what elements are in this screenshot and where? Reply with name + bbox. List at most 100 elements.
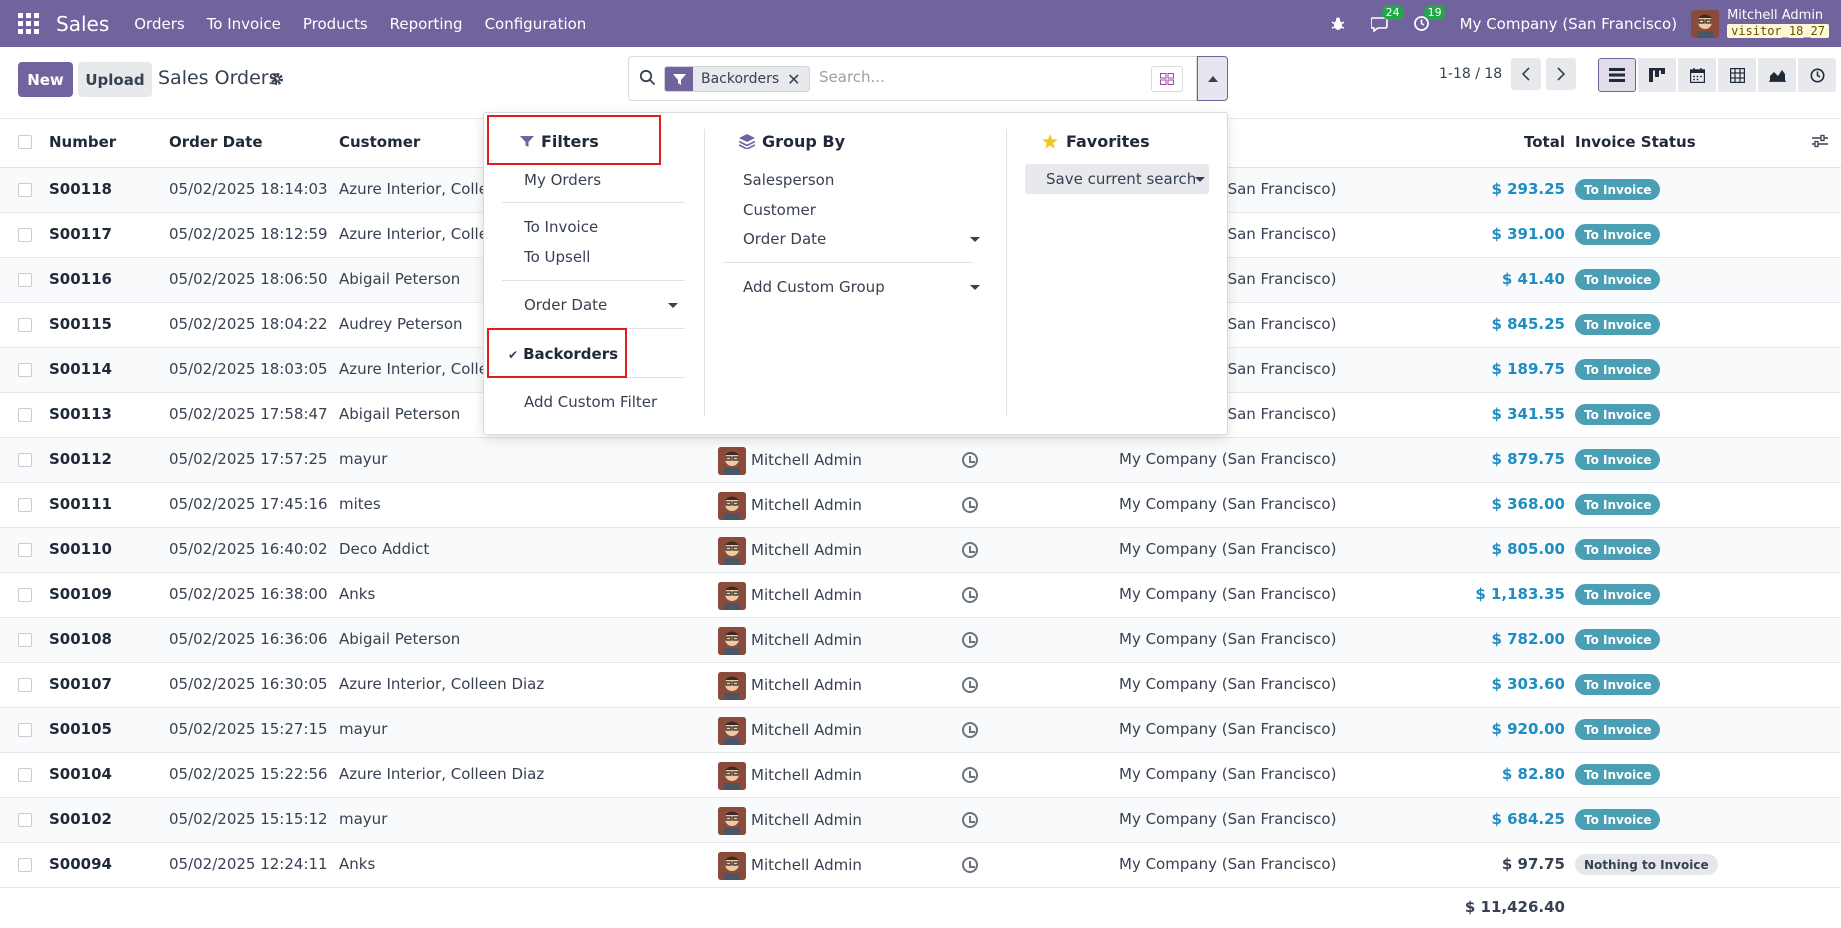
row-checkbox[interactable] — [18, 453, 32, 467]
search-facet-backorders[interactable]: Backorders ✕ — [664, 66, 810, 92]
save-current-search-button[interactable]: Save current search — [1025, 164, 1209, 194]
activity-clock-icon[interactable] — [962, 722, 978, 738]
company-switcher[interactable]: My Company (San Francisco) — [1460, 15, 1677, 33]
add-custom-group[interactable]: Add Custom Group — [743, 278, 885, 296]
activity-clock-icon[interactable] — [962, 857, 978, 873]
row-checkbox[interactable] — [18, 318, 32, 332]
graph-view-button[interactable] — [1758, 58, 1796, 92]
table-row[interactable]: S00102 05/02/2025 15:15:12 mayur Mitchell A… — [0, 798, 1841, 843]
layers-icon — [739, 134, 755, 149]
kanban-view-button[interactable] — [1638, 58, 1676, 92]
company-name: My Company (San Francisco) — [1119, 675, 1337, 693]
activity-clock-icon[interactable] — [962, 542, 978, 558]
menu-products[interactable]: Products — [292, 15, 379, 33]
order-date: 05/02/2025 17:45:16 — [169, 495, 328, 513]
row-checkbox[interactable] — [18, 363, 32, 377]
row-checkbox[interactable] — [18, 543, 32, 557]
table-row[interactable]: S00104 05/02/2025 15:22:56 Azure Interior,… — [0, 753, 1841, 798]
new-button[interactable]: New — [18, 62, 73, 97]
row-checkbox[interactable] — [18, 813, 32, 827]
search-panel-toggle-button[interactable] — [1197, 56, 1228, 101]
salesperson-name: Mitchell Admin — [751, 856, 862, 874]
filter-to-upsell[interactable]: To Upsell — [524, 248, 590, 266]
column-header-customer[interactable]: Customer — [339, 133, 420, 151]
menu-orders[interactable]: Orders — [123, 15, 195, 33]
apps-menu-icon[interactable] — [18, 12, 40, 35]
menu-to-invoice[interactable]: To Invoice — [196, 15, 292, 33]
salesperson-avatar — [718, 717, 746, 745]
activity-clock-icon[interactable] — [962, 632, 978, 648]
activity-clock-icon[interactable] — [962, 767, 978, 783]
filter-my-orders[interactable]: My Orders — [524, 171, 601, 189]
activity-clock-icon[interactable] — [962, 452, 978, 468]
properties-grid-icon[interactable] — [1151, 66, 1183, 92]
activity-clock-icon[interactable] — [962, 497, 978, 513]
table-row[interactable]: S00110 05/02/2025 16:40:02 Deco Addict Mitc… — [0, 528, 1841, 573]
row-checkbox[interactable] — [18, 588, 32, 602]
group-by-customer[interactable]: Customer — [743, 201, 816, 219]
invoice-status-badge: To Invoice — [1575, 359, 1661, 380]
row-checkbox[interactable] — [18, 408, 32, 422]
filter-order-date[interactable]: Order Date — [524, 296, 607, 314]
table-row[interactable]: S00109 05/02/2025 16:38:00 Anks Mitchell Ad… — [0, 573, 1841, 618]
calendar-view-button[interactable] — [1678, 58, 1716, 92]
optional-columns-icon[interactable] — [1812, 134, 1828, 152]
pager-value[interactable]: 1-18 / 18 — [1439, 66, 1502, 82]
table-row[interactable]: S00107 05/02/2025 16:30:05 Azure Interior,… — [0, 663, 1841, 708]
order-date: 05/02/2025 16:30:05 — [169, 675, 328, 693]
row-checkbox[interactable] — [18, 183, 32, 197]
app-name[interactable]: Sales — [56, 12, 109, 36]
table-row[interactable]: S00094 05/02/2025 12:24:11 Anks Mitchell Ad… — [0, 843, 1841, 888]
messages-icon[interactable]: 24 — [1370, 4, 1404, 34]
pager-previous-button[interactable] — [1511, 58, 1541, 90]
table-footer: $ 11,426.40 — [0, 888, 1841, 928]
row-checkbox[interactable] — [18, 228, 32, 242]
order-date: 05/02/2025 18:06:50 — [169, 270, 328, 288]
select-all-checkbox[interactable] — [18, 135, 32, 149]
order-number: S00118 — [49, 180, 112, 198]
gear-icon[interactable] — [270, 71, 284, 90]
salesperson-avatar — [718, 627, 746, 655]
row-checkbox[interactable] — [18, 498, 32, 512]
group-by-order-date[interactable]: Order Date — [743, 230, 826, 248]
group-by-salesperson[interactable]: Salesperson — [743, 171, 834, 189]
menu-reporting[interactable]: Reporting — [379, 15, 474, 33]
table-row[interactable]: S00112 05/02/2025 17:57:25 mayur Mitchell A… — [0, 438, 1841, 483]
row-checkbox[interactable] — [18, 273, 32, 287]
activity-view-button[interactable] — [1798, 58, 1836, 92]
activity-clock-icon[interactable] — [962, 812, 978, 828]
bug-icon[interactable] — [1328, 14, 1348, 34]
activities-icon[interactable]: 19 — [1412, 4, 1446, 34]
column-header-number[interactable]: Number — [49, 133, 116, 151]
filter-to-invoice[interactable]: To Invoice — [524, 218, 598, 236]
invoice-status-badge: To Invoice — [1575, 404, 1661, 425]
table-row[interactable]: S00108 05/02/2025 16:36:06 Abigail Peterso… — [0, 618, 1841, 663]
row-checkbox[interactable] — [18, 678, 32, 692]
search-input[interactable] — [819, 68, 1099, 86]
row-checkbox[interactable] — [18, 633, 32, 647]
menu-configuration[interactable]: Configuration — [474, 15, 598, 33]
row-checkbox[interactable] — [18, 858, 32, 872]
pivot-view-button[interactable] — [1718, 58, 1756, 92]
facet-close-icon[interactable]: ✕ — [787, 67, 809, 91]
row-checkbox[interactable] — [18, 723, 32, 737]
column-header-total[interactable]: Total — [1524, 133, 1565, 151]
messages-count-badge: 24 — [1381, 4, 1404, 20]
activity-clock-icon[interactable] — [962, 677, 978, 693]
list-view-button[interactable] — [1598, 58, 1636, 92]
pager-next-button[interactable] — [1546, 58, 1576, 90]
user-menu[interactable]: Mitchell Admin visitor_18_27 — [1727, 9, 1829, 38]
upload-button[interactable]: Upload — [78, 62, 152, 97]
row-checkbox[interactable] — [18, 768, 32, 782]
order-number: S00108 — [49, 630, 112, 648]
highlight-box-backorders — [487, 328, 627, 378]
favorites-heading: Favorites — [1042, 132, 1150, 151]
activity-clock-icon[interactable] — [962, 587, 978, 603]
column-header-order-date[interactable]: Order Date — [169, 133, 263, 151]
table-row[interactable]: S00105 05/02/2025 15:27:15 mayur Mitchell A… — [0, 708, 1841, 753]
table-row[interactable]: S00111 05/02/2025 17:45:16 mites Mitchell A… — [0, 483, 1841, 528]
salesperson-avatar — [718, 762, 746, 790]
user-avatar[interactable] — [1691, 9, 1720, 38]
column-header-invoice-status[interactable]: Invoice Status — [1575, 133, 1696, 151]
add-custom-filter[interactable]: Add Custom Filter — [524, 393, 657, 411]
